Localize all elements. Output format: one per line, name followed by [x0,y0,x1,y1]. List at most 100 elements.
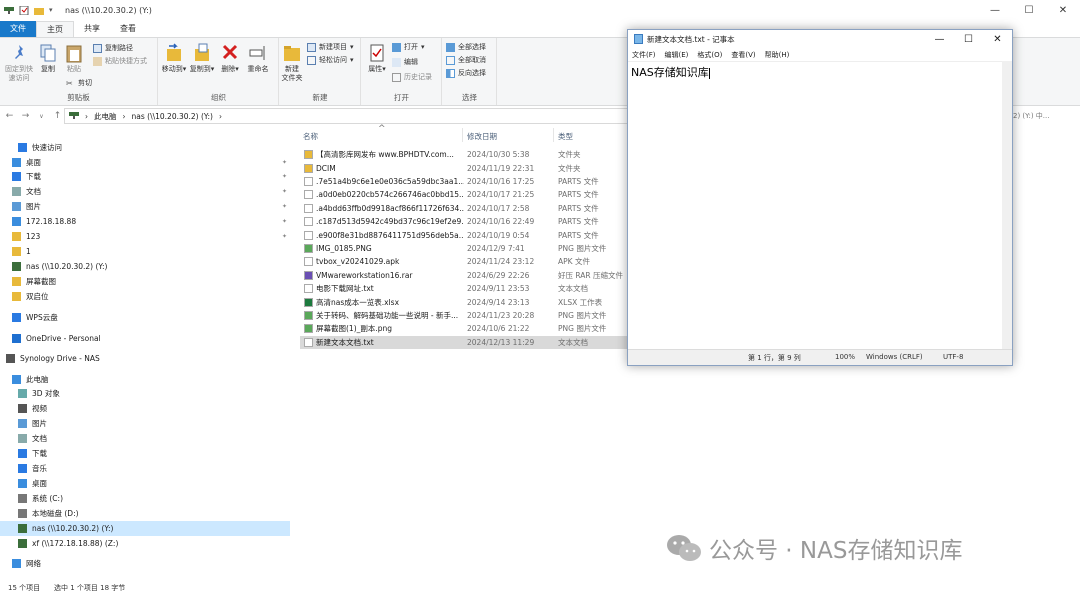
search-box-hint[interactable]: 2) (Y:) 中... [1013,111,1049,121]
breadcrumb-this-pc[interactable]: 此电脑 [94,111,117,122]
file-row[interactable]: .c187d513d5942c49bd37c96c19ef2e9... 2024/… [300,215,628,228]
sidebar-item[interactable]: 系统 (C:) [0,491,290,506]
properties-button[interactable]: 属性▾ [365,43,389,74]
sidebar-item[interactable]: nas (\\10.20.30.2) (Y:) [0,259,290,274]
sidebar-item[interactable]: 屏幕截图 [0,274,290,289]
history-button[interactable]: 历史记录 [392,72,432,82]
sidebar-item[interactable]: xf (\\172.18.18.88) (Z:) [0,536,290,551]
sidebar-item[interactable]: 快速访问 [0,140,290,155]
sidebar-item[interactable]: 下载 [0,446,290,461]
copy-path-button[interactable]: 复制路径 [93,43,133,53]
sidebar-item[interactable]: 172.18.18.88 ✦ [0,214,290,229]
pin-icon[interactable]: ✦ [282,218,287,225]
tab-share[interactable]: 共享 [74,21,110,37]
new-item-button[interactable]: 新建项目 ▾ [307,42,354,52]
delete-button[interactable]: 删除▾ [219,43,241,74]
sidebar-item[interactable]: 网络 [0,556,290,571]
breadcrumb-nas[interactable]: nas (\\10.20.30.2) (Y:) [132,112,213,121]
file-row[interactable]: tvbox_v20241029.apk 2024/11/24 23:12 APK 文… [300,255,628,268]
file-row[interactable]: .a0d0eb0220cb574c266746ac0bbd15... 2024/1… [300,188,628,201]
sidebar-item[interactable]: 图片 [0,416,290,431]
maximize-button[interactable]: ☐ [1012,0,1046,21]
select-none-button[interactable]: 全部取消 [446,55,486,65]
notepad-minimize-button[interactable]: — [925,30,954,48]
sidebar-item[interactable]: 桌面 ✦ [0,155,290,170]
recent-dropdown-icon[interactable]: ∨ [35,113,48,120]
sidebar-item[interactable]: 3D 对象 [0,386,290,401]
column-type[interactable]: 类型 [558,131,573,142]
sidebar-item[interactable]: 桌面 [0,476,290,491]
file-row[interactable]: 关于转码、解码基础功能一些说明 - 新手... 2024/11/23 20:28 P… [300,309,628,322]
cut-button[interactable]: ✂ 剪切 [66,78,92,88]
notepad-maximize-button[interactable]: ☐ [954,30,983,48]
select-all-button[interactable]: 全部选择 [446,42,486,52]
pin-icon[interactable]: ✦ [282,188,287,195]
sidebar-item[interactable]: 下载 ✦ [0,169,290,184]
menu-format[interactable]: 格式(O) [697,50,722,60]
file-row[interactable]: 屏幕截图(1)_副本.png 2024/10/6 21:22 PNG 图片文件 [300,322,628,335]
pin-icon[interactable]: ✦ [282,203,287,210]
pin-icon[interactable]: ✦ [282,159,287,166]
file-row[interactable]: DCIM 2024/11/19 22:31 文件夹 [300,161,628,174]
menu-file[interactable]: 文件(F) [632,50,656,60]
quick-access-dropdown-icon[interactable]: ▾ [49,6,59,15]
menu-help[interactable]: 帮助(H) [765,50,790,60]
copy-to-button[interactable]: 复制到▾ [189,43,215,74]
new-folder-button[interactable]: 新建 文件夹 [280,43,304,83]
copy-button[interactable]: 复制 [36,43,60,74]
tab-view[interactable]: 查看 [110,21,146,37]
file-row[interactable]: VMwareworkstation16.rar 2024/6/29 22:26 好压… [300,269,628,282]
sidebar-item[interactable]: WPS云盘 [0,310,290,325]
sidebar-item[interactable]: Synology Drive - NAS [0,351,290,366]
column-separator[interactable] [553,128,554,142]
paste-shortcut-button[interactable]: 粘贴快捷方式 [93,56,147,66]
pin-quick-access-button[interactable]: 固定到快 速访问 [2,43,36,83]
sidebar-item[interactable]: 文档 ✦ [0,184,290,199]
sidebar-item[interactable]: 音乐 [0,461,290,476]
pin-icon[interactable]: ✦ [282,173,287,180]
column-separator[interactable] [462,128,463,142]
sidebar-item[interactable]: 本地磁盘 (D:) [0,506,290,521]
paste-button[interactable]: 粘贴 [62,43,86,74]
column-name[interactable]: 名称 [303,131,318,142]
sidebar-item[interactable]: 123 ✦ [0,229,290,244]
rename-button[interactable]: 重命名 [244,43,272,74]
file-row[interactable]: 【高清影库网发布 www.BPHDTV.com... 2024/10/30 5:3… [300,148,628,161]
sidebar-item[interactable]: 图片 ✦ [0,199,290,214]
close-button[interactable]: ✕ [1046,0,1080,21]
easy-access-button[interactable]: 轻松访问 ▾ [307,55,354,65]
sidebar-item[interactable]: 文档 [0,431,290,446]
file-row[interactable]: 高清nas成本一览表.xlsx 2024/9/14 23:13 XLSX 工作表 [300,295,628,308]
tab-home[interactable]: 主页 [36,21,74,37]
menu-edit[interactable]: 编辑(E) [665,50,689,60]
menu-view[interactable]: 查看(V) [731,50,755,60]
sidebar-item[interactable]: nas (\\10.20.30.2) (Y:) [0,521,290,536]
up-arrow-icon[interactable]: ↑ [51,111,64,121]
pin-icon[interactable]: ✦ [282,233,287,240]
sidebar-item[interactable]: 双启位 [0,289,290,304]
sidebar-item[interactable]: OneDrive - Personal [0,331,290,346]
file-row[interactable]: .e900f8e31bd8876411751d956deb5a... 2024/1… [300,228,628,241]
forward-arrow-icon[interactable]: → [19,111,32,121]
tab-file[interactable]: 文件 [0,21,36,37]
properties-quick-icon[interactable] [19,5,29,16]
sidebar-item[interactable]: 视频 [0,401,290,416]
new-folder-quick-icon[interactable] [34,6,44,15]
notepad-scrollbar[interactable] [1002,61,1012,349]
column-date[interactable]: 修改日期 [467,131,497,142]
file-row[interactable]: IMG_0185.PNG 2024/12/9 7:41 PNG 图片文件 [300,242,628,255]
invert-selection-button[interactable]: 反向选择 [446,68,486,78]
edit-button[interactable]: 编辑 [392,57,418,67]
notepad-close-button[interactable]: ✕ [983,30,1012,48]
move-to-button[interactable]: 移动到▾ [161,43,187,74]
file-row[interactable]: 新建文本文档.txt 2024/12/13 11:29 文本文档 [300,335,628,349]
sidebar-item[interactable]: 1 [0,244,290,259]
notepad-text-area[interactable]: NAS存储知识库 [628,61,1012,349]
minimize-button[interactable]: — [978,0,1012,21]
sidebar-item[interactable]: 此电脑 [0,372,290,387]
back-arrow-icon[interactable]: ← [3,111,16,121]
file-row[interactable]: .a4bdd63ffb0d9918acf866f11726f634... 2024… [300,202,628,215]
file-row[interactable]: .7e51a4b9c6e1e0e036c5a59dbc3aa1... 2024/1… [300,175,628,188]
file-row[interactable]: 电影下载网址.txt 2024/9/11 23:53 文本文档 [300,282,628,295]
open-button[interactable]: 打开 ▾ [392,42,425,52]
